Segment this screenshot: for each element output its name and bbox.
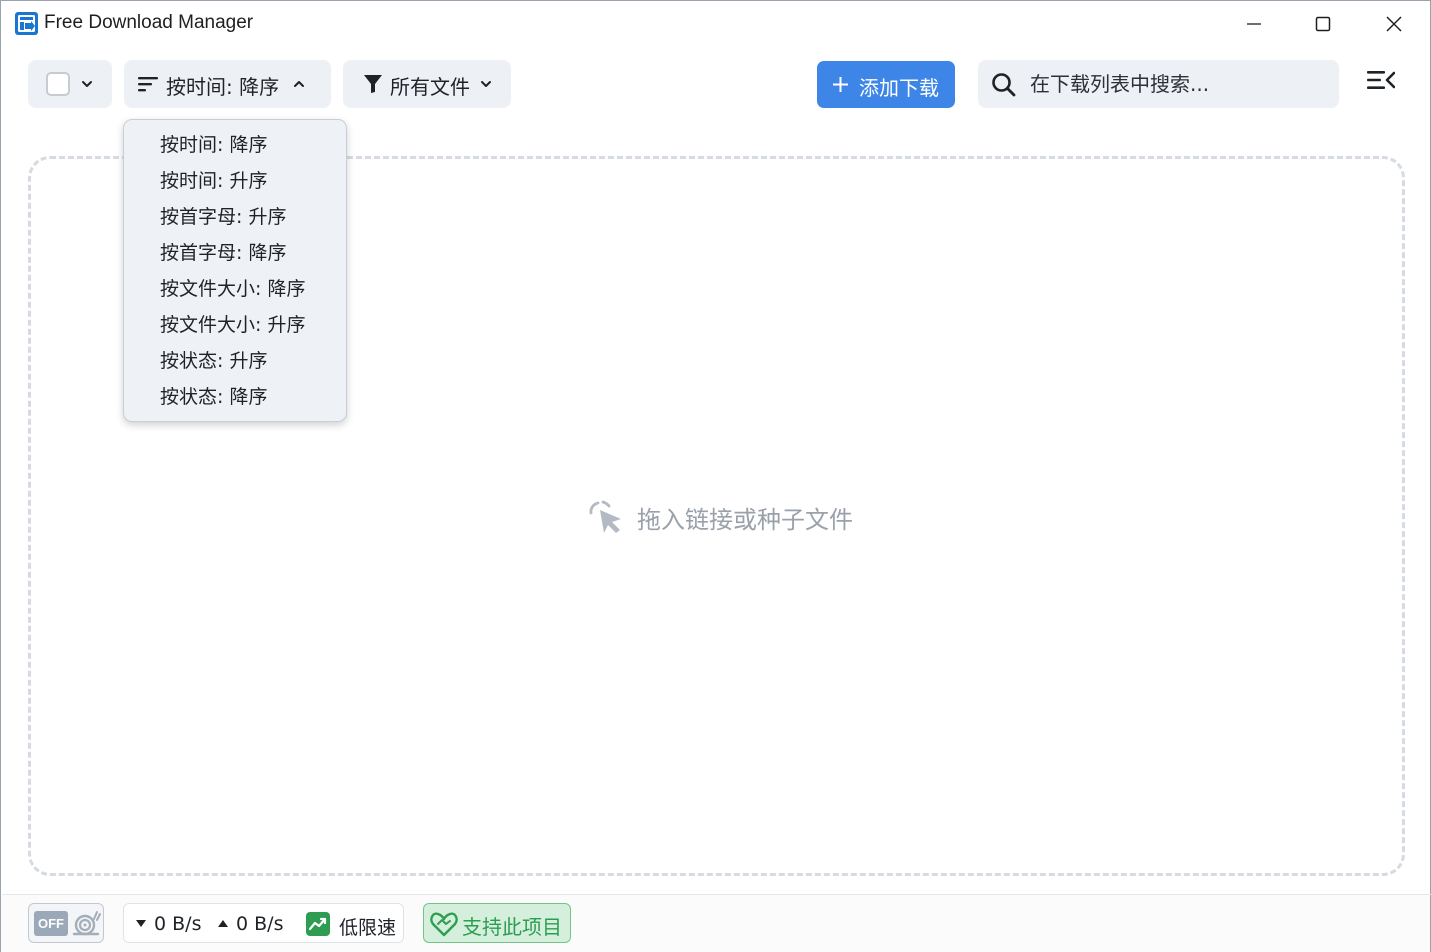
fdm-logo-icon xyxy=(15,12,38,35)
support-project-label: 支持此项目 xyxy=(462,915,562,939)
filter-label: 所有文件 xyxy=(390,75,470,99)
chevron-down-icon xyxy=(82,81,92,87)
cursor-click-icon xyxy=(589,500,621,533)
app-window: Free Download Manager 按时间: 降序 所有文件 添加下载 … xyxy=(0,0,1431,952)
upload-speed: 0 B/s xyxy=(236,913,284,935)
filter-dropdown-button[interactable]: 所有文件 xyxy=(343,60,511,108)
sort-menu-item[interactable]: 按状态: 降序 xyxy=(160,379,267,415)
drop-hint-text: 拖入链接或种子文件 xyxy=(637,505,853,534)
sort-label: 按时间: 降序 xyxy=(166,75,280,99)
select-all-dropdown[interactable] xyxy=(28,60,112,108)
status-bar-divider xyxy=(2,894,1431,895)
sort-menu-item[interactable]: 按时间: 升序 xyxy=(160,163,267,199)
sort-dropdown-button[interactable]: 按时间: 降序 xyxy=(124,60,331,108)
maximize-icon xyxy=(1315,16,1331,32)
download-speed-icon xyxy=(136,920,146,927)
select-all-checkbox[interactable] xyxy=(46,72,70,96)
close-button[interactable] xyxy=(1371,6,1417,42)
title-bar: Free Download Manager xyxy=(1,1,1430,47)
sort-menu-item[interactable]: 按时间: 降序 xyxy=(160,127,267,163)
window-title: Free Download Manager xyxy=(44,12,254,33)
sort-menu-item[interactable]: 按状态: 升序 xyxy=(160,343,267,379)
download-speed: 0 B/s xyxy=(154,913,202,935)
add-download-button[interactable]: 添加下载 xyxy=(817,61,955,108)
upload-speed-icon xyxy=(218,920,228,927)
search-icon xyxy=(992,73,1016,97)
drop-hint: 拖入链接或种子文件 xyxy=(587,499,853,535)
search-box[interactable] xyxy=(978,60,1339,108)
heart-handshake-icon xyxy=(430,912,458,937)
snail-toggle-state: OFF xyxy=(34,911,68,936)
snail-icon xyxy=(72,911,101,936)
chevron-down-icon xyxy=(481,81,491,87)
add-download-label: 添加下载 xyxy=(859,76,939,100)
sort-menu-item[interactable]: 按首字母: 降序 xyxy=(160,235,286,271)
filter-icon xyxy=(364,75,382,93)
chevron-up-icon xyxy=(294,81,304,87)
minimize-button[interactable] xyxy=(1231,6,1277,42)
sort-menu: 按时间: 降序 按时间: 升序 按首字母: 升序 按首字母: 降序 按文件大小:… xyxy=(123,119,347,422)
plus-icon xyxy=(833,77,848,92)
main-menu-button[interactable] xyxy=(1365,69,1405,101)
trend-chart-icon[interactable] xyxy=(306,912,330,936)
minimize-icon xyxy=(1247,23,1261,25)
speed-indicator: 0 B/s 0 B/s 低限速 xyxy=(123,903,404,943)
sort-icon xyxy=(138,77,158,92)
menu-collapse-icon xyxy=(1367,71,1396,89)
search-input[interactable] xyxy=(1030,68,1325,100)
sort-menu-item[interactable]: 按文件大小: 降序 xyxy=(160,271,305,307)
sort-menu-item[interactable]: 按文件大小: 升序 xyxy=(160,307,305,343)
speed-limit-label[interactable]: 低限速 xyxy=(339,913,396,940)
maximize-button[interactable] xyxy=(1300,6,1346,42)
close-icon xyxy=(1386,16,1402,32)
support-project-button[interactable]: 支持此项目 xyxy=(423,903,571,943)
snail-mode-toggle[interactable]: OFF xyxy=(28,903,104,943)
sort-menu-item[interactable]: 按首字母: 升序 xyxy=(160,199,286,235)
